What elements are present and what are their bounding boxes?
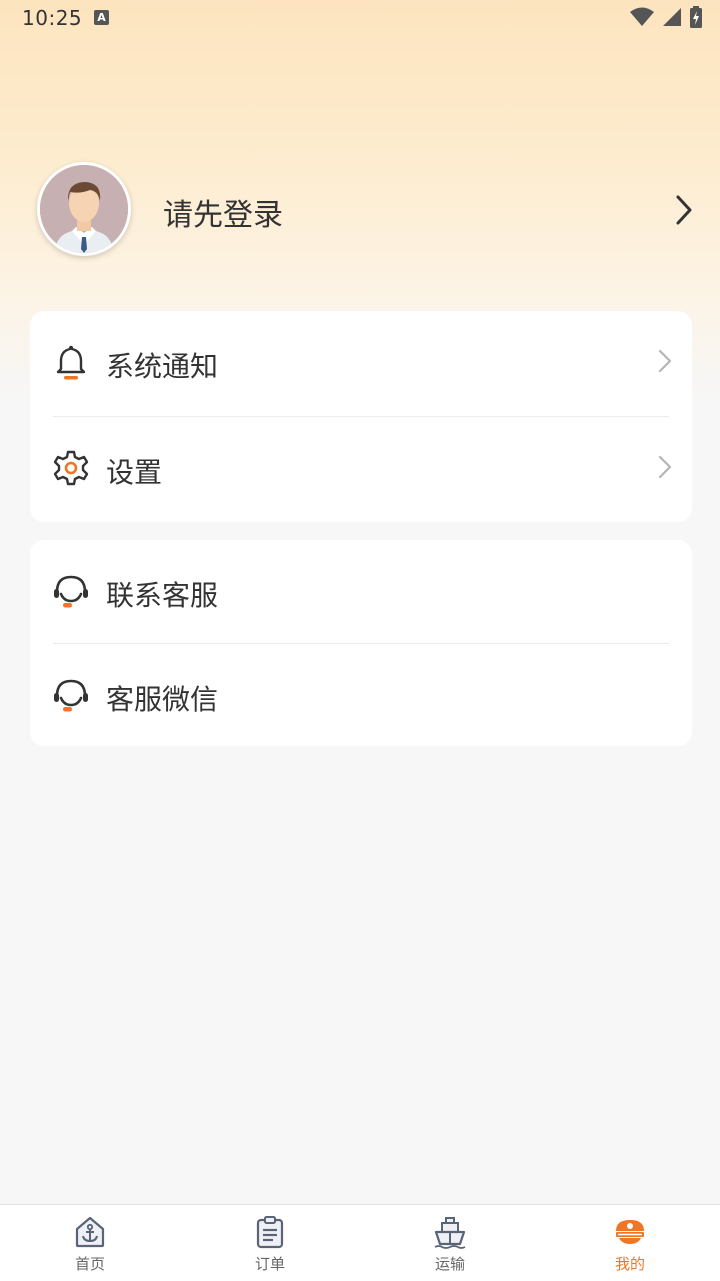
tab-home[interactable]: 首页 xyxy=(0,1205,180,1281)
status-time: 10:25 xyxy=(22,6,83,30)
bottom-tab-bar: 首页 订单 运输 我的 xyxy=(0,1204,720,1281)
menu-item-label: 系统通知 xyxy=(106,350,219,383)
avatar[interactable] xyxy=(37,162,131,256)
tab-label: 首页 xyxy=(74,1255,105,1273)
support-card: 联系客服 客服微信 xyxy=(30,540,692,746)
bell-icon xyxy=(56,345,86,380)
tab-transport[interactable]: 运输 xyxy=(360,1205,540,1281)
settings-card: 系统通知 设置 xyxy=(30,311,692,522)
menu-item-system-notification[interactable]: 系统通知 xyxy=(30,311,692,415)
headset-icon xyxy=(54,575,88,608)
anchor-home-icon xyxy=(75,1216,105,1248)
menu-item-support-wechat[interactable]: 客服微信 xyxy=(30,644,692,748)
status-bar: 10:25 A xyxy=(0,0,720,36)
menu-item-contact-support[interactable]: 联系客服 xyxy=(30,540,692,644)
menu-item-label: 联系客服 xyxy=(106,579,219,612)
notification-a-icon: A xyxy=(94,10,109,25)
tab-label: 运输 xyxy=(434,1255,465,1273)
chevron-right-icon xyxy=(658,455,672,479)
chevron-right-icon xyxy=(658,349,672,373)
menu-item-label: 设置 xyxy=(106,456,163,489)
wifi-icon xyxy=(630,7,654,26)
captain-hat-icon xyxy=(616,1220,644,1244)
menu-item-settings[interactable]: 设置 xyxy=(30,417,692,521)
default-avatar-icon xyxy=(40,165,128,253)
status-icons xyxy=(630,6,702,28)
clipboard-icon xyxy=(256,1216,284,1249)
gear-icon xyxy=(53,450,89,486)
tab-label: 我的 xyxy=(614,1255,645,1273)
chevron-right-icon[interactable] xyxy=(674,194,694,226)
tab-orders[interactable]: 订单 xyxy=(180,1205,360,1281)
ship-icon xyxy=(434,1217,466,1249)
battery-icon xyxy=(690,6,702,28)
tab-mine[interactable]: 我的 xyxy=(540,1205,720,1281)
menu-item-label: 客服微信 xyxy=(106,683,219,716)
tab-label: 订单 xyxy=(254,1255,285,1273)
profile-header[interactable]: 请先登录 xyxy=(0,160,720,260)
signal-icon xyxy=(663,8,681,26)
headset-icon xyxy=(54,679,88,712)
login-prompt[interactable]: 请先登录 xyxy=(163,190,283,234)
